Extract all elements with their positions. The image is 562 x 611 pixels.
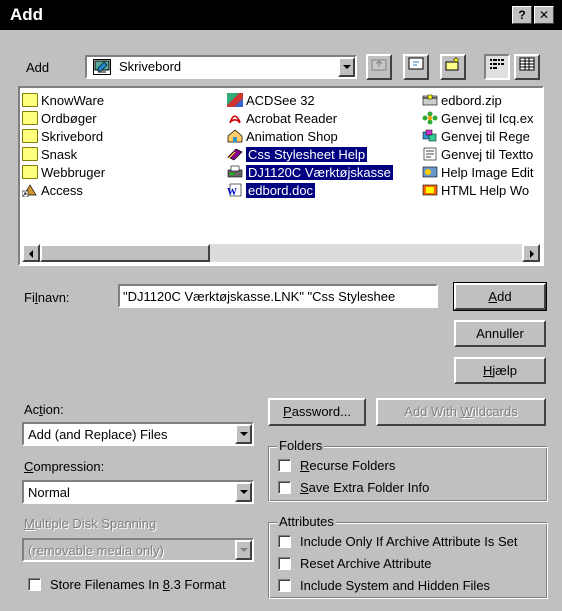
filename-label: Filnavn: xyxy=(24,290,70,305)
help-button[interactable]: Hjælp xyxy=(454,357,546,384)
reset-archive-label[interactable]: Reset Archive Attribute xyxy=(300,556,432,571)
new-folder-icon xyxy=(444,56,462,75)
desktop-button[interactable] xyxy=(403,54,429,80)
acdsee-icon xyxy=(227,93,243,107)
store83-label[interactable]: Store Filenames In 8.3 Format xyxy=(50,577,226,592)
folder-icon xyxy=(22,129,38,143)
scroll-thumb[interactable] xyxy=(40,244,210,262)
dialog-title: Add xyxy=(10,5,44,24)
desktop-icon xyxy=(93,59,111,75)
file-list-items: KnowWare Ordbøger Skrivebord Snask Webbr… xyxy=(20,88,542,264)
action-select[interactable]: Add (and Replace) Files xyxy=(22,422,254,446)
help-image-icon xyxy=(422,165,438,179)
desktop-nav-icon xyxy=(407,57,425,75)
store83-checkbox[interactable] xyxy=(28,578,41,591)
cancel-button[interactable]: Annuller xyxy=(454,320,546,347)
filename-input[interactable]: "DJ1120C Værktøjskasse.LNK" "Css Stylesh… xyxy=(118,284,438,308)
folders-group-title: Folders xyxy=(277,438,325,453)
list-item[interactable]: Webbruger xyxy=(22,164,105,182)
add-with-wildcards-button: Add With Wildcards xyxy=(376,398,546,426)
folder-icon xyxy=(22,147,38,161)
new-folder-button[interactable] xyxy=(440,54,466,80)
list-item[interactable]: Acrobat Reader xyxy=(227,110,337,128)
textto-icon xyxy=(422,147,438,161)
action-label: Action: xyxy=(24,402,64,417)
list-item-selected[interactable]: Wedbord.doc xyxy=(227,182,316,200)
lookin-dropdown-arrow[interactable] xyxy=(338,57,355,77)
list-item[interactable]: Snask xyxy=(22,146,77,164)
file-list-scrollbar[interactable] xyxy=(22,244,540,262)
reset-archive-checkbox[interactable] xyxy=(278,557,291,570)
icq-icon xyxy=(422,111,438,125)
save-extra-folder-info-label[interactable]: Save Extra Folder Info xyxy=(300,480,429,495)
spanning-label: Multiple Disk Spanning xyxy=(24,516,157,531)
list-item-selected[interactable]: Css Stylesheet Help xyxy=(227,146,368,164)
scroll-right-button[interactable] xyxy=(522,244,540,262)
scroll-left-button[interactable] xyxy=(22,244,40,262)
list-item[interactable]: Genvej til Icq.ex xyxy=(422,110,534,128)
list-item[interactable]: HTML Help Wo xyxy=(422,182,529,200)
add-dialog: Add ? ✕ Add Skrivebord KnowWare Ordbøger… xyxy=(0,0,562,611)
title-bar[interactable]: Add ? ✕ xyxy=(0,0,562,30)
printer-toolbox-icon xyxy=(227,165,243,179)
regedit-icon xyxy=(422,129,438,143)
up-folder-icon xyxy=(370,59,388,75)
list-item[interactable]: edbord.zip xyxy=(422,92,502,110)
compression-label: Compression: xyxy=(24,459,105,474)
add-button[interactable]: Add xyxy=(453,282,547,311)
lookin-combo[interactable]: Skrivebord xyxy=(85,55,357,79)
archive-only-label[interactable]: Include Only If Archive Attribute Is Set xyxy=(300,534,518,549)
zip-icon xyxy=(422,93,438,107)
folder-icon xyxy=(22,93,38,107)
acrobat-icon xyxy=(227,111,243,125)
attributes-group-title: Attributes xyxy=(277,514,336,529)
help-title-button[interactable]: ? xyxy=(512,6,532,24)
system-hidden-checkbox[interactable] xyxy=(278,579,291,592)
access-shortcut-icon xyxy=(21,183,38,198)
up-folder-button[interactable] xyxy=(366,54,392,80)
list-item[interactable]: ACDSee 32 xyxy=(227,92,315,110)
list-view-button[interactable] xyxy=(484,54,510,80)
spanning-select: (removable media only) xyxy=(22,538,254,562)
list-item-selected[interactable]: DJ1120C Værktøjskasse xyxy=(227,164,393,182)
details-view-icon xyxy=(518,57,536,75)
compression-dropdown-arrow[interactable] xyxy=(235,482,252,502)
list-item[interactable]: Genvej til Rege xyxy=(422,128,530,146)
svg-text:W: W xyxy=(227,187,237,197)
list-item[interactable]: Skrivebord xyxy=(22,128,103,146)
list-item[interactable]: Animation Shop xyxy=(227,128,338,146)
archive-only-checkbox[interactable] xyxy=(278,535,291,548)
list-item[interactable]: Ordbøger xyxy=(22,110,97,128)
list-view-icon xyxy=(488,59,506,75)
compression-select[interactable]: Normal xyxy=(22,480,254,504)
close-title-button[interactable]: ✕ xyxy=(534,6,554,24)
password-button[interactable]: Password... xyxy=(268,398,366,426)
action-dropdown-arrow[interactable] xyxy=(235,424,252,444)
spanning-dropdown-arrow xyxy=(235,540,252,560)
lookin-value: Skrivebord xyxy=(119,59,182,74)
html-help-icon xyxy=(422,183,438,197)
help-book-icon xyxy=(227,147,243,161)
word-doc-icon: W xyxy=(227,183,243,198)
animation-shop-icon xyxy=(227,129,243,143)
save-extra-folder-info-checkbox[interactable] xyxy=(278,481,291,494)
system-hidden-label[interactable]: Include System and Hidden Files xyxy=(300,578,490,593)
recurse-folders-checkbox[interactable] xyxy=(278,459,291,472)
list-item[interactable]: Access xyxy=(21,182,83,200)
recurse-folders-label[interactable]: Recurse Folders xyxy=(300,458,395,473)
list-item[interactable]: Genvej til Textto xyxy=(422,146,533,164)
folder-icon xyxy=(22,165,38,179)
list-item[interactable]: KnowWare xyxy=(22,92,104,110)
details-view-button[interactable] xyxy=(514,54,540,80)
lookin-label: Add xyxy=(26,60,50,75)
list-item[interactable]: Help Image Edit xyxy=(422,164,534,182)
folder-icon xyxy=(22,111,38,125)
